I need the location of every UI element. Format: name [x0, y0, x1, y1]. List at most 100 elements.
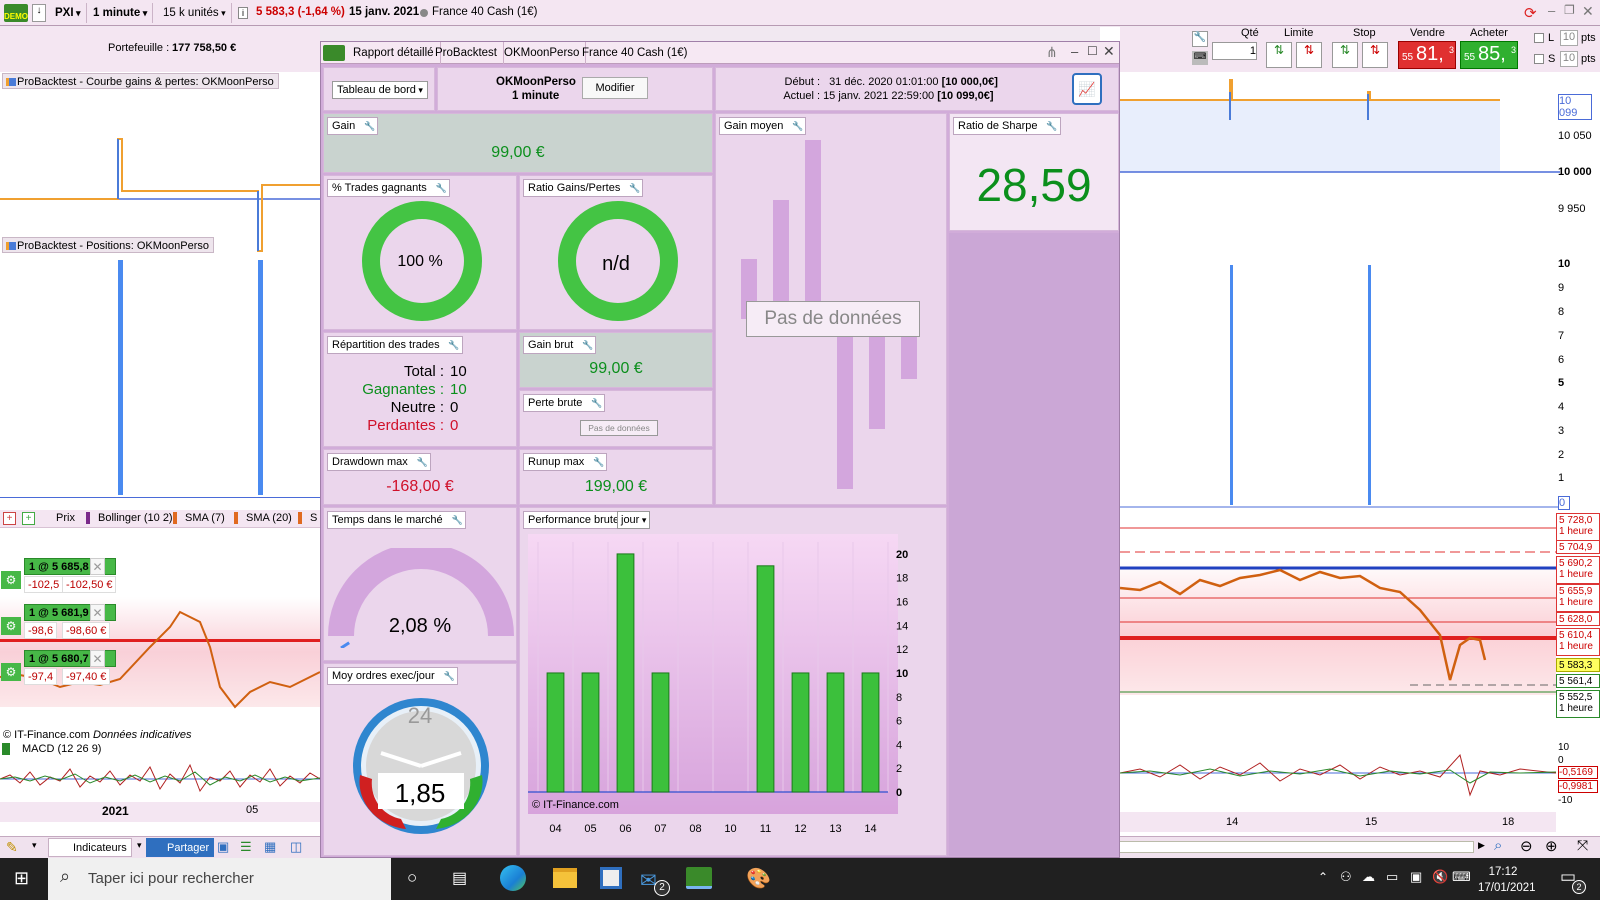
- ratio-label[interactable]: Ratio Gains/Pertes: [523, 179, 644, 197]
- start-date: 31 déc. 2020 01:01:00: [829, 76, 939, 88]
- tab-probacktest[interactable]: ProBacktest: [429, 42, 504, 64]
- close-position-icon[interactable]: ✕: [90, 650, 105, 667]
- bar: [581, 672, 600, 793]
- network-icon[interactable]: ▣: [1410, 869, 1422, 885]
- info-icon[interactable]: i: [238, 7, 248, 19]
- gear-icon[interactable]: ⚙: [1, 617, 21, 635]
- windows-start-icon[interactable]: ⊞: [14, 868, 29, 889]
- sharpe-label[interactable]: Ratio de Sharpe: [953, 117, 1061, 135]
- stop-buy-icon[interactable]: ⇅: [1332, 42, 1358, 68]
- runup-label[interactable]: Runup max: [523, 453, 608, 471]
- plus-icon[interactable]: +: [3, 512, 16, 525]
- indicator-item[interactable]: SMA (20): [234, 512, 292, 524]
- tab-report[interactable]: Rapport détaillé: [347, 42, 441, 64]
- share-button[interactable]: Partager: [146, 838, 215, 857]
- scroll-right-icon[interactable]: ▶: [1478, 840, 1485, 851]
- horizontal-scrollbar[interactable]: [1104, 841, 1474, 853]
- macd-tick: -0,9981: [1558, 780, 1598, 793]
- indicator-item[interactable]: Prix: [42, 512, 75, 524]
- window-icon[interactable]: ◫: [290, 839, 302, 855]
- close-icon[interactable]: ✕: [1103, 43, 1115, 60]
- close-icon[interactable]: ✕: [1582, 3, 1594, 20]
- task-view-icon[interactable]: ▤: [452, 868, 467, 888]
- close-position-icon[interactable]: ✕: [90, 558, 105, 575]
- file-explorer-icon[interactable]: [553, 868, 577, 888]
- battery-icon[interactable]: ▭: [1386, 869, 1398, 885]
- grid-icon[interactable]: ▦: [264, 839, 276, 855]
- ticker-select[interactable]: PXI: [50, 3, 87, 23]
- x-tick-label: 13: [829, 823, 841, 835]
- keyboard-icon[interactable]: ⌨: [1192, 51, 1208, 65]
- indicator-item[interactable]: S: [298, 512, 317, 524]
- distribution-label[interactable]: Répartition des trades: [327, 336, 463, 354]
- expand-icon[interactable]: ⤧: [1577, 837, 1588, 854]
- refresh-icon[interactable]: ⟳: [1524, 4, 1537, 22]
- minimize-icon[interactable]: ‒: [1548, 3, 1555, 18]
- list-icon[interactable]: ☰: [240, 839, 252, 855]
- cloud-icon[interactable]: ☁: [1362, 869, 1375, 885]
- indicator-item[interactable]: Bollinger (10 2): [86, 512, 173, 524]
- timeframe-select[interactable]: 1 minute: [88, 3, 154, 23]
- gain-label[interactable]: Gain: [327, 117, 379, 135]
- gain-panel: Gain 99,00 €: [323, 113, 713, 173]
- chevron-down-icon[interactable]: ▾: [32, 840, 37, 851]
- gross-loss-label[interactable]: Perte brute: [523, 394, 606, 412]
- store-icon[interactable]: [600, 867, 622, 889]
- modify-button[interactable]: Modifier: [582, 77, 648, 99]
- gear-icon[interactable]: ⚙: [1, 663, 21, 681]
- keyboard-layout-icon[interactable]: ⌨: [1452, 869, 1471, 885]
- edge-icon[interactable]: [500, 865, 526, 891]
- pts-input[interactable]: 10: [1560, 51, 1578, 67]
- indicators-chevron-icon[interactable]: ▾: [137, 840, 142, 851]
- time-in-market-label[interactable]: Temps dans le marché: [327, 511, 466, 529]
- taskbar-search[interactable]: ⌕ Taper ici pour rechercher: [48, 858, 391, 900]
- zoom-in-icon[interactable]: ⊕: [1545, 837, 1558, 855]
- tab-instrument[interactable]: France 40 Cash (1€): [576, 42, 693, 64]
- chat-icon[interactable]: ▣: [217, 839, 229, 855]
- limit-sell-icon[interactable]: ⇅: [1296, 42, 1322, 68]
- limit-checkbox[interactable]: [1534, 33, 1544, 43]
- prorealtime-taskbar-icon[interactable]: [686, 867, 712, 889]
- stop-sell-icon[interactable]: ⇅: [1362, 42, 1388, 68]
- chart-add-icon[interactable]: +: [22, 512, 35, 525]
- avg-orders-label[interactable]: Moy ordres exec/jour: [327, 667, 458, 685]
- zoom-out-icon[interactable]: ⊖: [1520, 837, 1533, 855]
- drawdown-label[interactable]: Drawdown max: [327, 453, 431, 471]
- period-select[interactable]: jour: [617, 511, 651, 529]
- price-level: 5 655,9 1 heure: [1556, 584, 1600, 612]
- stop-checkbox[interactable]: [1534, 54, 1544, 64]
- sharpe-panel: Ratio de Sharpe 28,59: [949, 113, 1119, 231]
- units-select[interactable]: 15 k unités: [158, 3, 232, 23]
- win-pct-label[interactable]: % Trades gagnants: [327, 179, 450, 197]
- qty-label: Qté: [1241, 27, 1259, 39]
- paint-icon[interactable]: 🎨: [746, 866, 771, 891]
- dashboard-select[interactable]: Tableau de bord: [332, 81, 428, 99]
- pts-input[interactable]: 10: [1560, 30, 1578, 46]
- gross-gain-label[interactable]: Gain brut: [523, 336, 597, 354]
- people-icon[interactable]: ⚇: [1340, 869, 1352, 885]
- tab-strategy[interactable]: OKMoonPerso: [498, 42, 587, 64]
- top-toolbar: DEMO ↓ PXI 1 minute 15 k unités i 5 583,…: [0, 0, 1600, 26]
- zoom-area-icon[interactable]: ⌕: [1494, 837, 1502, 854]
- close-position-icon[interactable]: ✕: [90, 604, 105, 621]
- minimize-icon[interactable]: ‒: [1071, 44, 1078, 59]
- draw-tool-icon[interactable]: ✎: [6, 839, 18, 856]
- indicators-button[interactable]: Indicateurs: [48, 838, 132, 857]
- cortana-icon[interactable]: ○: [407, 868, 417, 888]
- bar: [826, 672, 845, 793]
- maximize-icon[interactable]: ☐: [1087, 44, 1098, 58]
- report-icon[interactable]: 📈: [1072, 73, 1102, 105]
- qty-input[interactable]: [1212, 42, 1257, 60]
- pin-icon[interactable]: ↓: [32, 4, 46, 22]
- system-clock[interactable]: 17:12 17/01/2021: [1478, 864, 1536, 896]
- sell-button[interactable]: 55 81, 3: [1398, 41, 1456, 69]
- chevron-up-icon[interactable]: ⌃: [1318, 870, 1328, 884]
- gear-icon[interactable]: ⚙: [1, 571, 21, 589]
- restore-icon[interactable]: ❐: [1564, 3, 1575, 17]
- wrench-icon[interactable]: 🔧: [1192, 31, 1208, 47]
- volume-mute-icon[interactable]: 🔇: [1432, 869, 1448, 885]
- share-icon[interactable]: ⋔: [1046, 44, 1058, 61]
- limit-buy-icon[interactable]: ⇅: [1266, 42, 1292, 68]
- indicator-item[interactable]: SMA (7): [173, 512, 225, 524]
- buy-button[interactable]: 55 85, 3: [1460, 41, 1518, 69]
